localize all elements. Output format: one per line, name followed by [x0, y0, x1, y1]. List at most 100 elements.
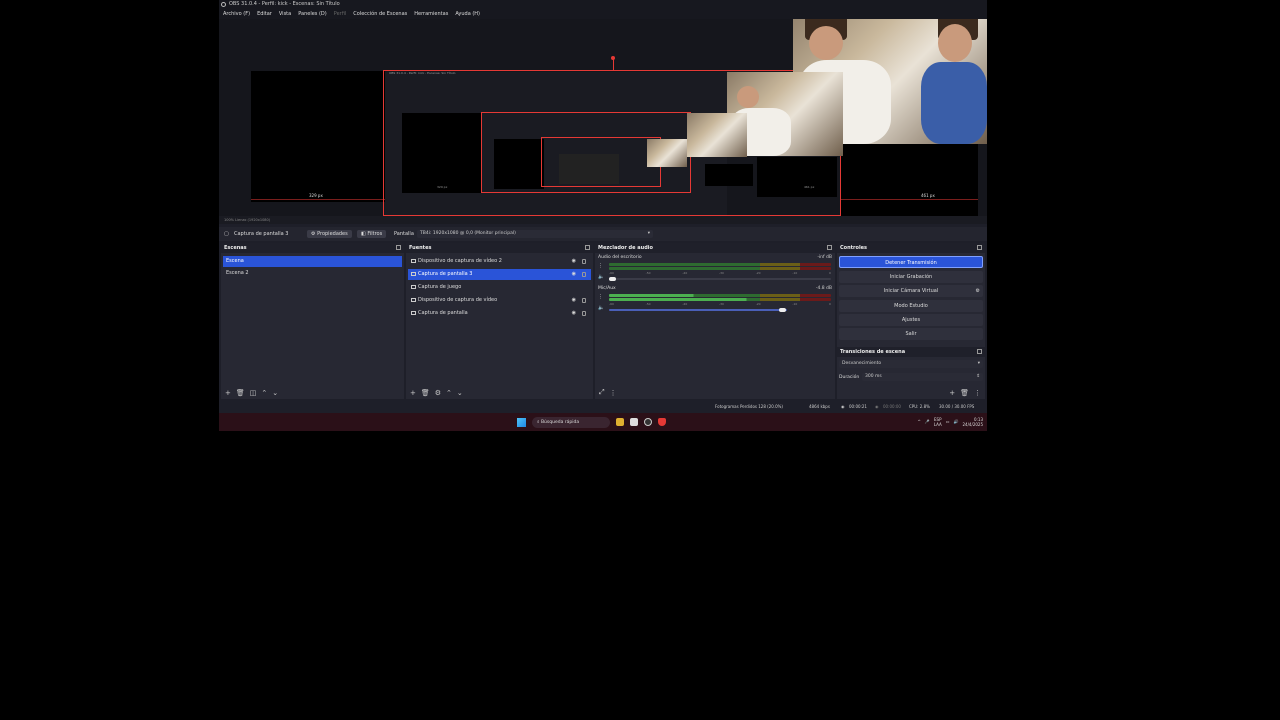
volume-meter	[609, 298, 831, 301]
lock-icon[interactable]	[582, 259, 586, 264]
mute-speaker-icon[interactable]: 🔈	[598, 274, 604, 280]
menu-perfil[interactable]: Perfil	[334, 9, 347, 19]
add-transition-icon[interactable]: +	[949, 389, 955, 397]
volume-fader-knob[interactable]	[779, 308, 786, 312]
move-up-icon[interactable]: ⌃	[261, 389, 267, 397]
volume-fader-knob[interactable]	[609, 277, 616, 281]
preview-black-area-left	[251, 71, 385, 202]
visibility-eye-icon[interactable]: ◉	[572, 298, 576, 303]
menu-coleccion-escenas[interactable]: Colección de Escenas	[353, 9, 407, 19]
obs-taskbar-icon[interactable]	[644, 418, 652, 426]
duration-spinbox[interactable]: 300 ms ⇕	[862, 373, 983, 381]
lock-icon[interactable]	[582, 311, 586, 316]
speaker-icon[interactable]: 🔈	[598, 305, 604, 311]
menu-paneles[interactable]: Paneles (D)	[298, 9, 327, 19]
move-down-icon[interactable]: ⌄	[457, 389, 463, 397]
remove-transition-icon[interactable]: 🗑	[960, 389, 969, 397]
transition-menu-icon[interactable]: ⋮	[974, 389, 981, 397]
visibility-eye-icon[interactable]: ◉	[572, 272, 576, 277]
language-indicator[interactable]: ESP LAA	[934, 417, 942, 427]
move-up-icon[interactable]: ⌃	[446, 389, 452, 397]
undock-icon[interactable]	[977, 245, 982, 250]
source-properties-icon[interactable]: ⚙	[435, 389, 441, 397]
mixer-toolbar: ⤢ ⋮	[595, 386, 835, 399]
source-item[interactable]: Captura de pantalla 3 ◉	[408, 269, 591, 280]
volume-fader-track[interactable]	[609, 278, 831, 280]
mixer-menu-icon[interactable]: ⋮	[610, 389, 617, 397]
tick-label: -30	[719, 302, 724, 306]
filter-icon[interactable]: ◫	[250, 389, 257, 397]
clock[interactable]: 0:13 24/4/2025	[962, 417, 983, 427]
scenes-title: Escenas	[221, 243, 404, 253]
start-virtual-camera-button[interactable]: Iniciar Cámara Virtual ⚙	[839, 285, 983, 297]
menu-herramientas[interactable]: Herramientas	[414, 9, 448, 19]
display-select[interactable]: TB4i: 1920x1080 @ 0,0 (Monitor principal…	[417, 230, 653, 238]
taskbar-search[interactable]: ⌕ Búsqueda rápida	[532, 416, 610, 428]
visibility-eye-icon[interactable]: ◉	[572, 259, 576, 264]
controls-title-text: Controles	[840, 245, 868, 251]
transition-value: Desvanecimiento	[842, 361, 882, 366]
filters-button[interactable]: ◧ Filtros	[357, 230, 387, 238]
file-explorer-icon[interactable]	[616, 418, 624, 426]
channel-menu-icon[interactable]: ⋮	[598, 263, 603, 269]
channel-name: Audio del escritorio	[598, 255, 642, 260]
tick-label: -30	[719, 271, 724, 275]
pixel-distance-left: 329 px	[309, 193, 323, 198]
move-down-icon[interactable]: ⌄	[272, 389, 278, 397]
studio-mode-button[interactable]: Modo Estudio	[839, 300, 983, 312]
undock-icon[interactable]	[396, 245, 401, 250]
fps: 30.00 / 30.00 FPS	[939, 404, 975, 409]
nested-black-area-4	[757, 157, 837, 197]
add-scene-icon[interactable]: +	[225, 389, 231, 397]
remove-source-icon[interactable]: 🗑	[421, 389, 430, 397]
start-recording-button[interactable]: Iniciar Grabación	[839, 271, 983, 283]
monitor-icon	[411, 271, 416, 276]
properties-button[interactable]: ⚙ Propiedades	[307, 230, 352, 238]
add-source-icon[interactable]: +	[410, 389, 416, 397]
preview-canvas[interactable]: OBS 31.0.4 - Perfil: kick - Escenas: Sin…	[219, 19, 987, 216]
store-icon[interactable]	[630, 418, 638, 426]
scene-item[interactable]: Escena	[223, 256, 402, 267]
gear-icon[interactable]: ⚙	[976, 285, 980, 297]
properties-label: Propiedades	[317, 231, 348, 237]
virtual-camera-label: Iniciar Cámara Virtual	[883, 288, 939, 294]
menu-vista[interactable]: Vista	[279, 9, 291, 19]
mixer-title-text: Mezclador de audio	[598, 245, 653, 251]
settings-button[interactable]: Ajustes	[839, 314, 983, 326]
volume-fader-track[interactable]	[609, 309, 787, 311]
volume-meter	[609, 263, 831, 266]
menu-archivo[interactable]: Archivo (F)	[223, 9, 250, 19]
menu-bar: Archivo (F) Editar Vista Paneles (D) Per…	[219, 9, 987, 19]
title-bar: OBS 31.0.4 - Perfil: kick - Escenas: Sin…	[219, 0, 987, 9]
tick-label: -10	[792, 302, 798, 306]
transition-select[interactable]: Desvanecimiento ▾	[839, 360, 983, 368]
tick-label: -40	[682, 271, 688, 275]
undock-icon[interactable]	[827, 245, 832, 250]
exit-button[interactable]: Salir	[839, 328, 983, 340]
mic-icon: 🎤	[924, 419, 930, 424]
brave-browser-icon[interactable]	[658, 418, 666, 426]
lock-icon[interactable]	[582, 298, 586, 303]
channel-menu-icon[interactable]: ⋮	[598, 294, 603, 300]
chevron-up-icon[interactable]: ^	[917, 413, 920, 431]
source-item[interactable]: Captura de juego	[408, 282, 591, 293]
scene-item[interactable]: Escena 2	[223, 268, 402, 279]
menu-ayuda[interactable]: Ayuda (H)	[455, 9, 480, 19]
source-item[interactable]: Dispositivo de captura de vídeo 2 ◉	[408, 256, 591, 267]
stop-streaming-button[interactable]: Detener Transmisión	[839, 256, 983, 268]
remove-scene-icon[interactable]: 🗑	[236, 389, 245, 397]
network-icon[interactable]: ▭	[946, 413, 950, 431]
lock-icon[interactable]	[582, 272, 586, 277]
windows-start-icon[interactable]	[517, 417, 526, 427]
rotation-handle[interactable]	[611, 56, 615, 60]
spin-arrows-icon[interactable]: ⇕	[976, 373, 980, 381]
undock-icon[interactable]	[585, 245, 590, 250]
link-icon[interactable]: ⤢	[599, 388, 605, 397]
source-item[interactable]: Captura de pantalla ◉	[408, 308, 591, 319]
undock-icon[interactable]	[977, 349, 982, 354]
source-item[interactable]: Dispositivo de captura de vídeo ◉	[408, 295, 591, 306]
menu-editar[interactable]: Editar	[257, 9, 272, 19]
volume-icon[interactable]: 🔊	[954, 413, 959, 431]
source-context-bar: ▢ Captura de pantalla 3 ⚙ Propiedades ◧ …	[219, 227, 987, 241]
visibility-eye-icon[interactable]: ◉	[572, 311, 576, 316]
